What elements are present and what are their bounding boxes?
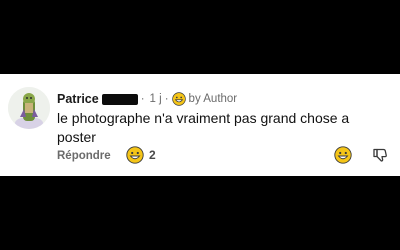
comment-time: 1 j	[149, 93, 162, 105]
add-reaction-button[interactable]	[334, 146, 352, 164]
comment-text: le photographe n'a vraiment pas grand ch…	[57, 110, 350, 145]
thumbs-down-icon	[373, 148, 387, 162]
separator: ·	[164, 93, 169, 105]
separator: ·	[140, 93, 145, 105]
reaction-summary[interactable]: 2	[126, 146, 156, 164]
grin-emoji-icon	[334, 146, 352, 164]
author-emoji-icon	[171, 92, 186, 106]
reaction-count: 2	[149, 148, 156, 162]
avatar[interactable]	[8, 87, 50, 129]
dislike-button[interactable]	[372, 147, 388, 163]
screenshot-frame: Patrice · 1 j · by Author le photographe…	[0, 0, 400, 250]
redacted-surname	[101, 93, 138, 105]
comment-card: Patrice · 1 j · by Author le photographe…	[0, 74, 400, 176]
author-name[interactable]: Patrice	[57, 92, 99, 106]
avatar-illustration	[8, 87, 50, 129]
grin-emoji-icon	[126, 146, 144, 164]
comment-header: Patrice · 1 j · by Author	[57, 91, 237, 107]
author-badge: by Author	[188, 93, 238, 105]
reply-button[interactable]: Répondre	[57, 150, 111, 162]
